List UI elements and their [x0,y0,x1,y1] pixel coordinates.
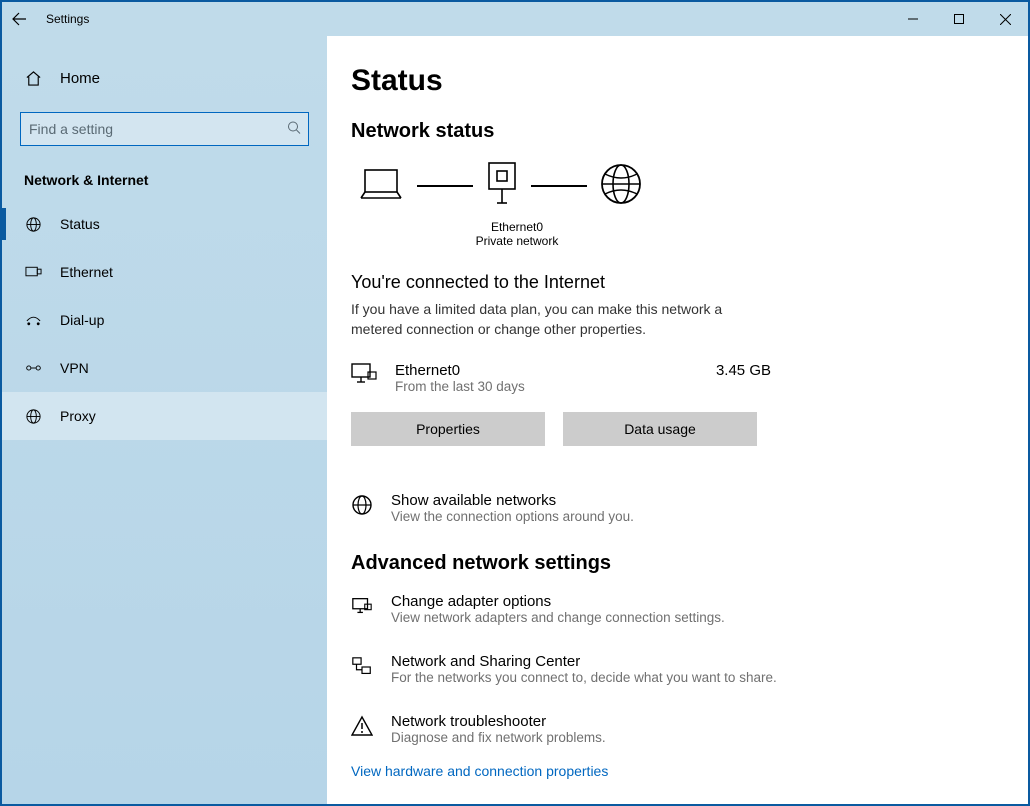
globe-icon [24,216,42,233]
diagram-line [531,185,587,187]
minimize-icon [908,14,918,24]
main-content: Status Network status Ethernet0 Private … [327,36,1028,804]
sharing-center-icon [351,653,373,679]
sidebar-category: Network & Internet [2,146,327,200]
diagram-line [417,185,473,187]
sidebar: Home Network & Internet Status [2,36,327,804]
home-nav[interactable]: Home [2,58,327,98]
network-troubleshooter[interactable]: Network troubleshooter Diagnose and fix … [351,713,988,745]
sidebar-item-dialup[interactable]: Dial-up [2,296,327,344]
titlebar: Settings [2,2,1028,36]
network-diagram [357,161,988,210]
connected-heading: You're connected to the Internet [351,272,988,293]
sidebar-item-label: VPN [60,360,89,376]
settings-window: Settings Home [0,0,1030,806]
diagram-caption: Ethernet0 Private network [457,220,577,248]
section-network-status: Network status [351,120,988,143]
show-available-networks[interactable]: Show available networks View the connect… [351,492,988,524]
internet-globe-icon [599,162,643,209]
maximize-icon [954,14,964,24]
data-usage-button[interactable]: Data usage [563,412,757,446]
adapter-name: Ethernet0 [395,362,698,379]
link-title: Change adapter options [391,593,725,610]
network-sharing-center[interactable]: Network and Sharing Center For the netwo… [351,653,988,685]
search-input[interactable] [20,112,309,146]
sidebar-item-ethernet[interactable]: Ethernet [2,248,327,296]
change-adapter-options[interactable]: Change adapter options View network adap… [351,593,988,625]
diagram-adapter-name: Ethernet0 [457,220,577,234]
page-title: Status [351,64,988,98]
adapter-options-icon [351,593,373,617]
sidebar-item-vpn[interactable]: VPN [2,344,327,392]
maximize-button[interactable] [936,2,982,36]
hardware-properties-link[interactable]: View hardware and connection properties [351,763,608,779]
link-title: Network and Sharing Center [391,653,777,670]
sidebar-item-label: Status [60,216,100,232]
connected-description: If you have a limited data plan, you can… [351,299,771,340]
dialup-icon [24,313,42,327]
laptop-icon [357,164,405,207]
adapter-usage-row: Ethernet0 From the last 30 days 3.45 GB [351,362,771,394]
warning-triangle-icon [351,713,373,737]
link-title: Show available networks [391,492,634,509]
usage-period: From the last 30 days [395,379,698,394]
home-label: Home [60,70,100,87]
proxy-icon [24,408,42,425]
sidebar-item-status[interactable]: Status [2,200,327,248]
sidebar-item-label: Ethernet [60,264,113,280]
properties-button[interactable]: Properties [351,412,545,446]
back-arrow-icon [11,11,27,27]
sidebar-item-label: Proxy [60,408,96,424]
link-subtitle: Diagnose and fix network problems. [391,730,606,745]
globe-icon [351,492,373,516]
sidebar-item-proxy[interactable]: Proxy [2,392,327,440]
ethernet-icon [24,265,42,279]
adapter-icon [485,161,519,210]
link-title: Network troubleshooter [391,713,606,730]
usage-amount: 3.45 GB [716,362,771,379]
link-subtitle: View the connection options around you. [391,509,634,524]
section-advanced: Advanced network settings [351,552,988,575]
diagram-network-type: Private network [457,234,577,248]
window-title: Settings [36,12,89,26]
sidebar-item-label: Dial-up [60,312,104,328]
window-controls [890,2,1028,36]
close-button[interactable] [982,2,1028,36]
link-subtitle: For the networks you connect to, decide … [391,670,777,685]
vpn-icon [24,361,42,375]
back-button[interactable] [2,2,36,36]
link-subtitle: View network adapters and change connect… [391,610,725,625]
home-icon [24,70,42,87]
monitor-icon [351,362,377,389]
minimize-button[interactable] [890,2,936,36]
close-icon [1000,14,1011,25]
